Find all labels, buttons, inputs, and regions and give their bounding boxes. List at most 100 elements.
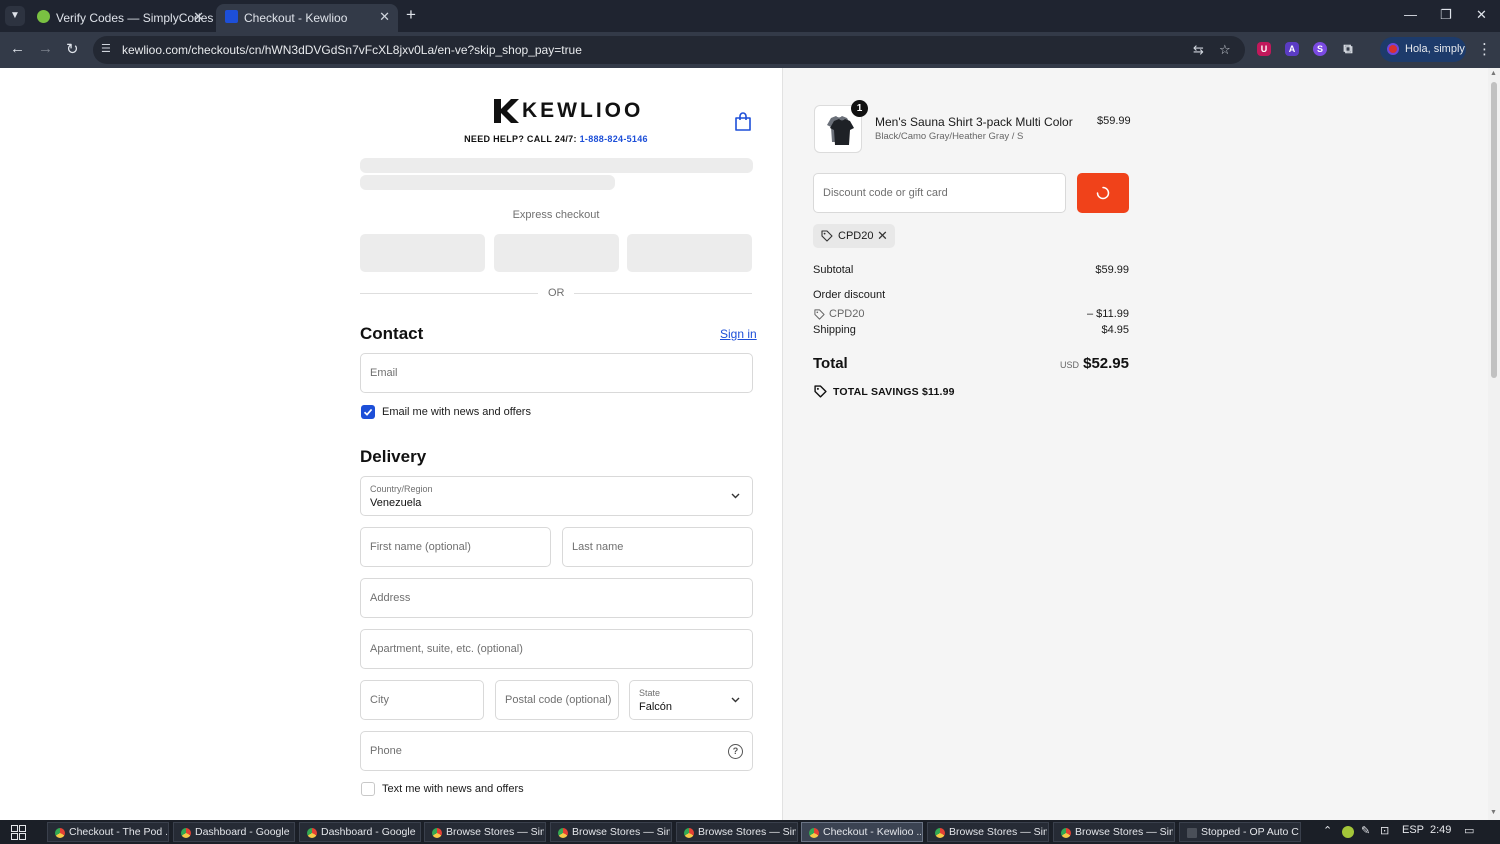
taskbar-item[interactable]: Dashboard - Google ... — [299, 822, 421, 842]
translate-icon[interactable]: ⇆ — [1193, 42, 1204, 58]
notifications-icon[interactable]: ▭ — [1464, 824, 1474, 837]
site-info-icon[interactable]: ☰ — [101, 42, 115, 56]
or-divider: OR — [360, 286, 752, 302]
last-name-placeholder: Last name — [572, 541, 624, 553]
taskbar-item-active[interactable]: Checkout - Kewlioo ... — [801, 822, 923, 842]
phone-field[interactable]: Phone ? — [360, 731, 753, 771]
ublock-extension-icon[interactable]: U — [1257, 42, 1271, 56]
express-checkout-label: Express checkout — [512, 209, 600, 221]
state-label: State — [639, 688, 661, 698]
clock[interactable]: 2:49 — [1430, 824, 1451, 836]
tag-icon — [814, 385, 827, 398]
chevron-up-icon[interactable]: ⌃ — [1323, 824, 1332, 837]
country-select[interactable]: Country/Region Venezuela — [360, 476, 753, 516]
postal-code-placeholder: Postal code (optional) — [505, 694, 612, 706]
simplycodes-extension-icon[interactable]: S — [1313, 42, 1327, 56]
tab-verify-codes[interactable]: Verify Codes — SimplyCodes ✕ — [28, 4, 213, 32]
start-grid-icon[interactable] — [11, 825, 26, 840]
tray-app-icon[interactable] — [1342, 826, 1354, 838]
network-icon[interactable]: ⊡ — [1380, 824, 1389, 837]
forward-icon[interactable]: → — [38, 40, 53, 57]
express-pay-button[interactable] — [360, 234, 485, 272]
express-pay-button[interactable] — [494, 234, 619, 272]
shipping-value: $4.95 — [1101, 324, 1129, 336]
page-scrollbar[interactable]: ▲ ▼ — [1488, 68, 1500, 820]
taskbar-item[interactable]: Stopped - OP Auto C... — [1179, 822, 1301, 842]
tab-checkout-kewlioo[interactable]: Checkout - Kewlioo ✕ — [216, 4, 398, 32]
taskbar-item[interactable]: Dashboard - Google ... — [173, 822, 295, 842]
pen-icon[interactable]: ✎ — [1361, 824, 1370, 837]
sign-in-link[interactable]: Sign in — [720, 327, 757, 341]
savings-text: TOTAL SAVINGS $11.99 — [833, 386, 955, 398]
logo-text: KEWLIOO — [522, 99, 644, 122]
url-text[interactable]: kewlioo.com/checkouts/cn/hWN3dDVGdSn7vFc… — [122, 43, 582, 57]
window-close-icon[interactable]: ✕ — [1476, 7, 1487, 23]
close-tab-icon[interactable]: ✕ — [379, 9, 390, 25]
express-pay-button[interactable] — [627, 234, 752, 272]
country-label: Country/Region — [370, 484, 433, 494]
discount-code-label: CPD20 — [829, 308, 865, 320]
delivery-heading: Delivery — [360, 447, 427, 466]
browser-tab-strip: ▼ Verify Codes — SimplyCodes ✕ Checkout … — [0, 0, 1500, 32]
a-extension-icon[interactable]: A — [1285, 42, 1299, 56]
chrome-icon — [1061, 828, 1071, 838]
state-select[interactable]: State Falcón — [629, 680, 753, 720]
taskbar-item-label: Browse Stores — Sim... — [446, 826, 544, 838]
chevron-down-icon — [731, 697, 740, 703]
address-field[interactable]: Address — [360, 578, 753, 618]
restore-icon[interactable]: ❐ — [1440, 7, 1452, 23]
discount-code-input[interactable]: Discount code or gift card — [813, 173, 1066, 213]
minimize-icon[interactable]: — — [1404, 7, 1417, 22]
close-tab-icon[interactable]: ✕ — [193, 9, 204, 25]
shopping-bag-icon[interactable] — [734, 112, 752, 132]
help-phone-link[interactable]: 1-888-824-5146 — [580, 134, 648, 144]
tab-search-button[interactable]: ▼ — [5, 6, 25, 26]
back-icon[interactable]: ← — [10, 40, 25, 57]
simplycodes-favicon-icon — [37, 10, 50, 23]
taskbar-item[interactable]: Browse Stores — Sim... — [927, 822, 1049, 842]
taskbar-item-label: Browse Stores — Sim... — [572, 826, 670, 838]
address-bar[interactable]: ☰ kewlioo.com/checkouts/cn/hWN3dDVGdSn7v… — [93, 36, 1245, 64]
city-field[interactable]: City — [360, 680, 484, 720]
question-circle-icon[interactable]: ? — [728, 744, 743, 759]
discount-placeholder: Discount code or gift card — [823, 187, 948, 199]
taskbar-item[interactable]: Browse Stores — Sim... — [550, 822, 672, 842]
profile-button[interactable]: Hola, simply — [1380, 37, 1466, 62]
taskbar-item[interactable]: Browse Stores — Sim... — [424, 822, 546, 842]
reload-icon[interactable]: ↻ — [66, 40, 79, 58]
chrome-icon — [935, 828, 945, 838]
bookmark-star-icon[interactable]: ☆ — [1219, 42, 1231, 58]
remove-discount-icon[interactable]: ✕ — [877, 228, 888, 244]
quantity-badge: 1 — [851, 100, 868, 117]
order-discount-label: Order discount — [813, 289, 886, 301]
last-name-field[interactable]: Last name — [562, 527, 753, 567]
browser-menu-icon[interactable]: ⋮ — [1477, 40, 1492, 58]
taskbar-item-label: Browse Stores — Sim... — [1075, 826, 1173, 838]
first-name-field[interactable]: First name (optional) — [360, 527, 551, 567]
taskbar-item-label: Dashboard - Google ... — [321, 826, 419, 838]
email-news-checkbox[interactable] — [361, 405, 375, 419]
new-tab-icon[interactable]: + — [406, 5, 416, 25]
text-news-checkbox[interactable] — [361, 782, 375, 796]
tag-icon — [821, 230, 833, 242]
scroll-down-icon[interactable]: ▼ — [1490, 809, 1497, 816]
email-field[interactable]: Email — [360, 353, 753, 393]
windows-taskbar: Checkout - The Pod ... Dashboard - Googl… — [0, 820, 1500, 844]
apply-discount-button[interactable] — [1077, 173, 1129, 213]
apartment-placeholder: Apartment, suite, etc. (optional) — [370, 643, 523, 655]
kewlioo-logo[interactable]: KEWLIOO — [492, 97, 643, 125]
extensions-puzzle-icon[interactable]: ⧉ — [1341, 42, 1355, 56]
apartment-field[interactable]: Apartment, suite, etc. (optional) — [360, 629, 753, 669]
taskbar-item[interactable]: Checkout - The Pod ... — [47, 822, 169, 842]
checkmark-icon — [363, 408, 373, 416]
taskbar-item[interactable]: Browse Stores — Sim... — [676, 822, 798, 842]
profile-label: Hola, simply — [1405, 43, 1465, 55]
taskbar-item[interactable]: Browse Stores — Sim... — [1053, 822, 1175, 842]
scroll-up-icon[interactable]: ▲ — [1490, 70, 1497, 77]
total-value: $52.95 — [1083, 355, 1129, 372]
scrollbar-thumb[interactable] — [1491, 82, 1497, 378]
language-indicator[interactable]: ESP — [1402, 824, 1424, 836]
total-currency: USD — [1060, 360, 1080, 370]
chrome-icon — [432, 828, 442, 838]
postal-code-field[interactable]: Postal code (optional) — [495, 680, 619, 720]
